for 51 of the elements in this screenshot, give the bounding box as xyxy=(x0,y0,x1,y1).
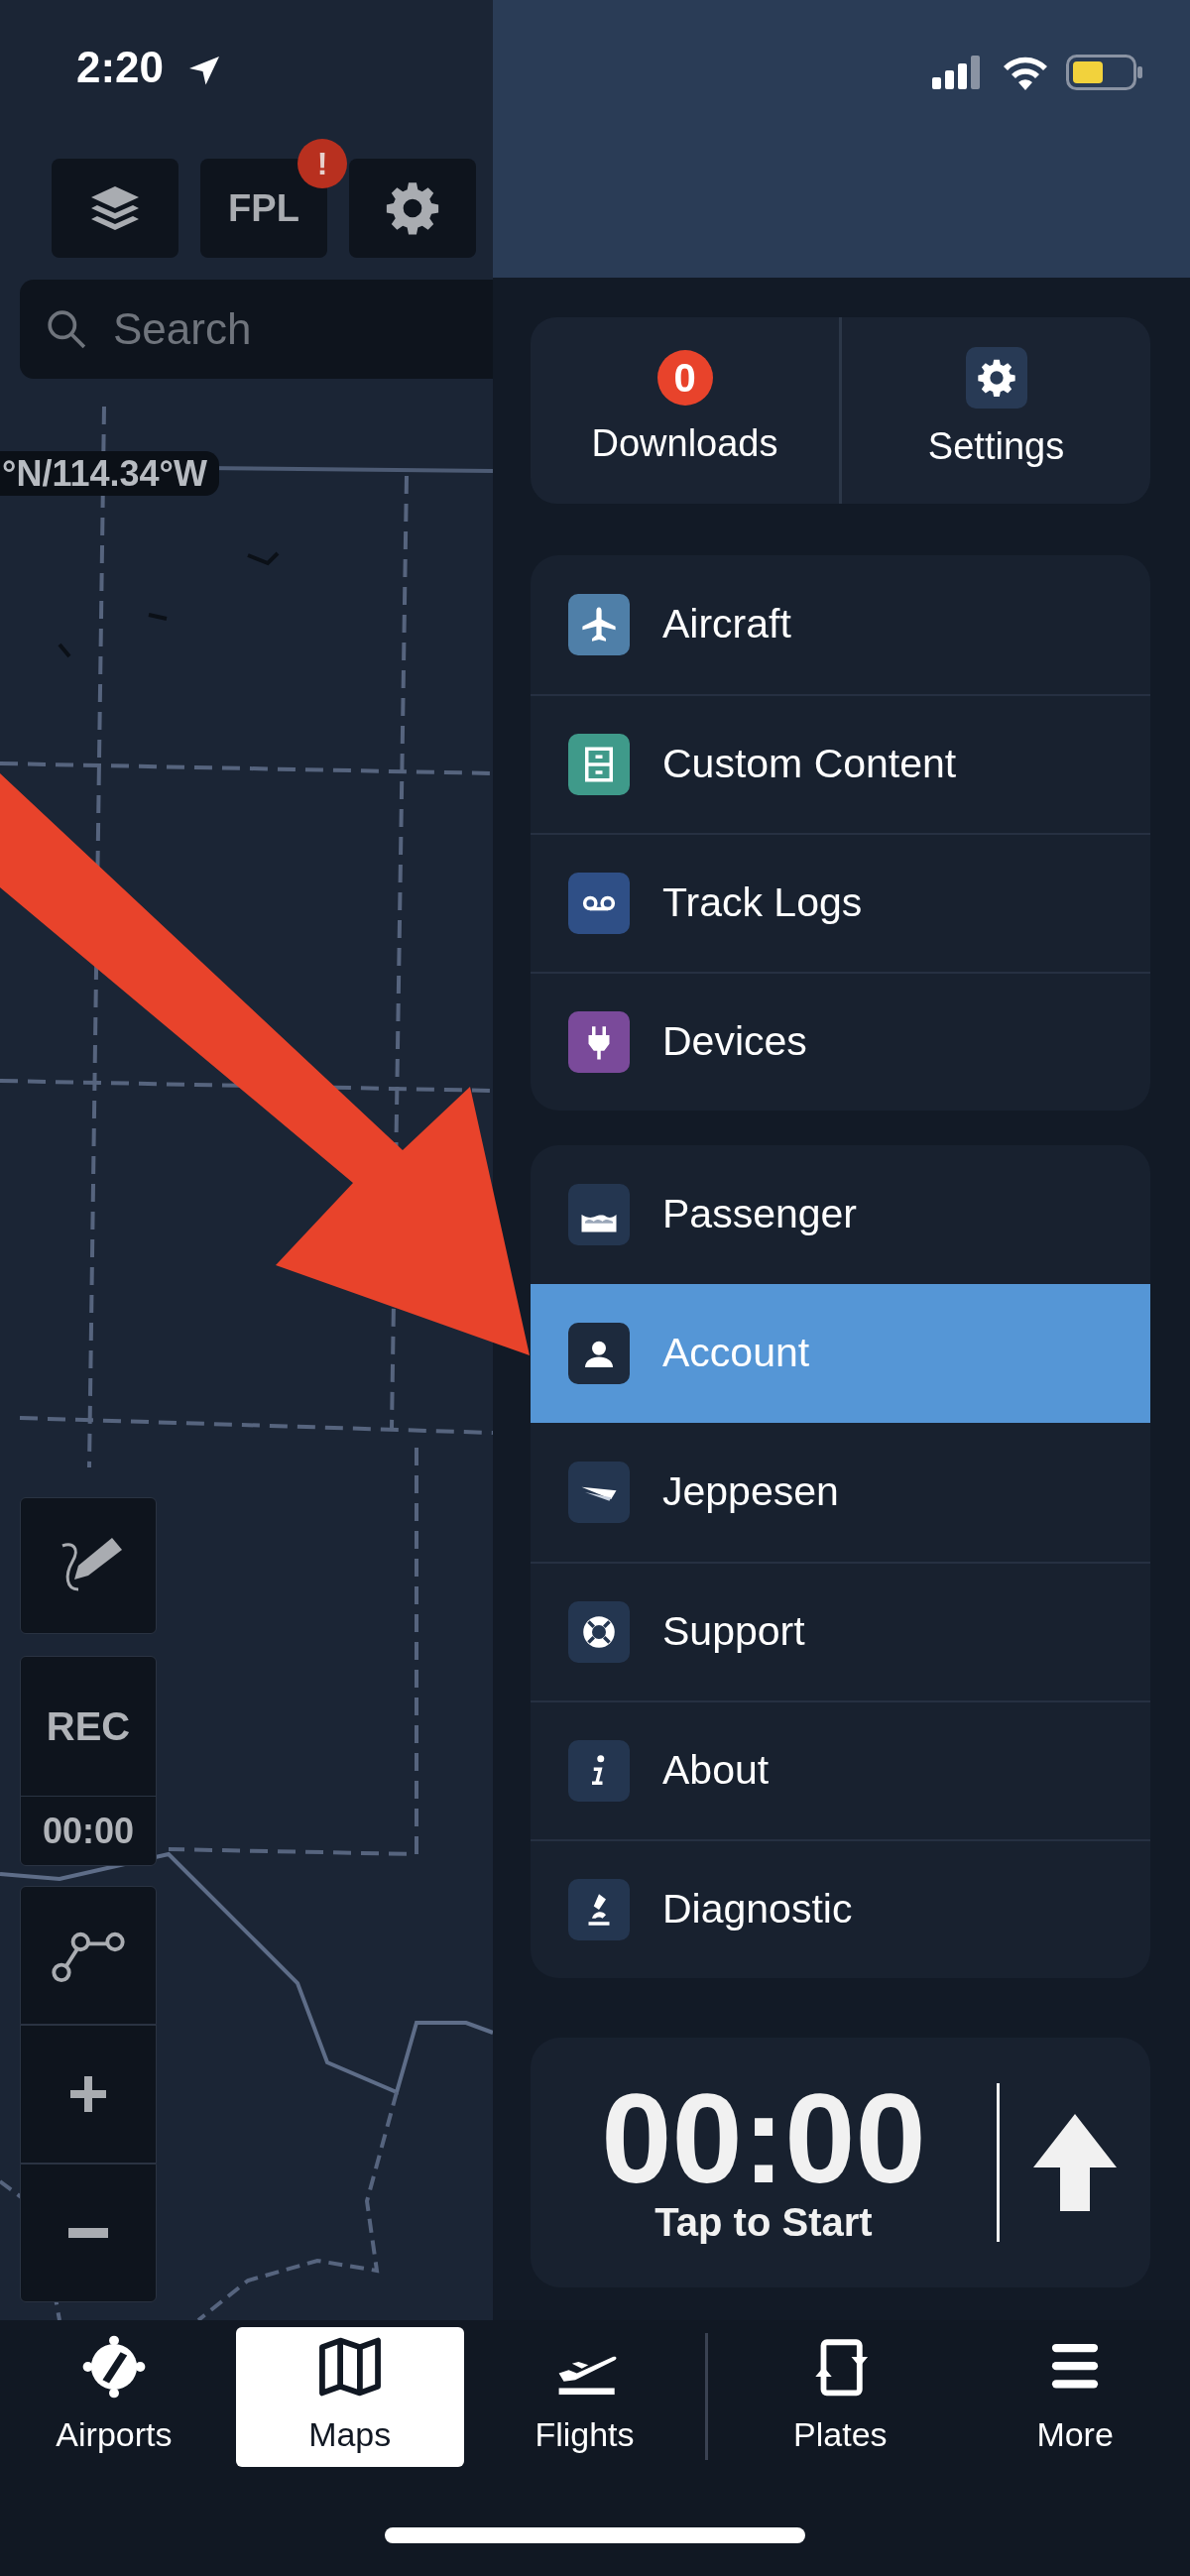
battery-icon xyxy=(1066,55,1143,90)
menu-item[interactable]: Support xyxy=(531,1562,1150,1700)
person-icon xyxy=(568,1323,630,1384)
window-view-icon xyxy=(568,1184,630,1245)
zoom-out-button[interactable] xyxy=(20,2164,157,2302)
tab[interactable]: Flights xyxy=(471,2327,698,2467)
search-icon xyxy=(46,308,87,350)
menu-item[interactable]: Devices xyxy=(531,972,1150,1111)
timer-button[interactable]: 00:00 Tap to Start xyxy=(531,2038,1150,2287)
search-field[interactable]: Search xyxy=(20,280,493,379)
menu-item[interactable]: Track Logs xyxy=(531,833,1150,972)
draw-button[interactable] xyxy=(20,1497,157,1634)
microscope-icon xyxy=(568,1879,630,1940)
recording-time: 00:00 xyxy=(21,1796,156,1865)
info-icon xyxy=(568,1740,630,1802)
tab[interactable]: Plates xyxy=(728,2327,953,2467)
menu-item[interactable]: Passenger xyxy=(531,1145,1150,1284)
settings-button[interactable] xyxy=(349,159,476,258)
coordinates-label: °N/114.34°W xyxy=(0,451,219,496)
zoom-in-button[interactable] xyxy=(20,2025,157,2164)
menu-item[interactable]: Aircraft xyxy=(531,555,1150,694)
menu-item[interactable]: Diagnostic xyxy=(531,1839,1150,1978)
status-time: 2:20 xyxy=(76,46,165,89)
tab[interactable]: Airports xyxy=(0,2327,228,2467)
record-button[interactable]: REC xyxy=(21,1657,156,1796)
route-button[interactable] xyxy=(20,1886,157,2025)
compass-icon xyxy=(80,2334,147,2400)
minus-icon xyxy=(68,2228,108,2238)
swoosh-icon xyxy=(568,1462,630,1523)
layers-button[interactable] xyxy=(52,159,178,258)
menu-item[interactable]: Custom Content xyxy=(531,694,1150,833)
tab[interactable]: Maps xyxy=(235,2327,464,2467)
settings-button[interactable]: Settings xyxy=(842,317,1150,504)
plus-icon xyxy=(68,2074,108,2114)
tab[interactable]: More xyxy=(960,2327,1190,2467)
plug-icon xyxy=(568,1011,630,1073)
settings-icon xyxy=(965,346,1027,409)
airplane-icon xyxy=(568,594,630,655)
cabinet-icon xyxy=(568,734,630,795)
settings-icon xyxy=(385,180,440,236)
lifebuoy-icon xyxy=(568,1601,630,1663)
timer-display: 00:00 xyxy=(601,2079,926,2198)
signal-icon xyxy=(932,56,982,89)
count-badge: 0 xyxy=(656,349,713,406)
voicemail-icon xyxy=(568,873,630,934)
timer-caption: Tap to Start xyxy=(654,2199,873,2246)
menu-item[interactable]: About xyxy=(531,1700,1150,1839)
wifi-icon xyxy=(1002,55,1049,90)
downloads-button[interactable]: 0 Downloads xyxy=(531,317,839,504)
up-arrow-icon xyxy=(1033,2114,1117,2211)
menu-item[interactable]: Jeppesen xyxy=(531,1423,1150,1562)
